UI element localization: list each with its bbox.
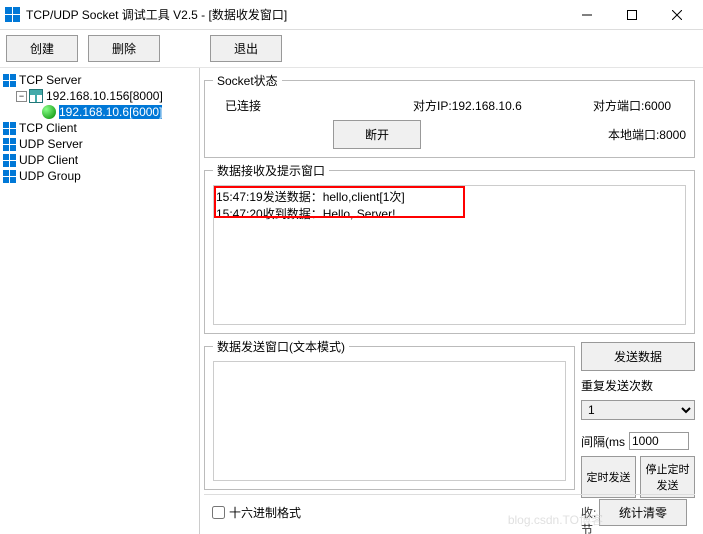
tree-tcp-server[interactable]: TCP Server: [2, 72, 197, 88]
exit-button[interactable]: 退出: [210, 35, 282, 62]
local-port-label: 本地端口:: [608, 128, 659, 142]
server-icon: [2, 121, 16, 135]
app-icon: [4, 7, 20, 23]
server-icon: [2, 73, 16, 87]
toolbar: 创建 删除 退出: [0, 30, 703, 68]
collapse-icon[interactable]: −: [16, 91, 27, 102]
maximize-button[interactable]: [609, 1, 654, 29]
remote-port-label: 对方端口:: [593, 99, 644, 113]
server-icon: [2, 169, 16, 183]
minimize-button[interactable]: [564, 1, 609, 29]
receive-group: 数据接收及提示窗口 15:47:19发送数据：hello,client[1次] …: [204, 162, 695, 334]
tree-client-connection[interactable]: 192.168.10.6[6000]: [2, 104, 197, 120]
server-icon: [2, 153, 16, 167]
tree-udp-server[interactable]: UDP Server: [2, 136, 197, 152]
status-legend: Socket状态: [213, 72, 282, 89]
send-legend: 数据发送窗口(文本模式): [213, 338, 349, 355]
connection-tree[interactable]: TCP Server − 192.168.10.156[8000] 192.16…: [0, 68, 200, 534]
repeat-select[interactable]: 1: [581, 400, 695, 420]
tree-tcp-client[interactable]: TCP Client: [2, 120, 197, 136]
delete-button[interactable]: 删除: [88, 35, 160, 62]
stop-timed-button[interactable]: 停止定时发送: [640, 456, 695, 498]
window-title: TCP/UDP Socket 调试工具 V2.5 - [数据收发窗口]: [26, 6, 564, 23]
create-button[interactable]: 创建: [6, 35, 78, 62]
timed-send-button[interactable]: 定时发送: [581, 456, 636, 498]
repeat-label: 重复发送次数: [581, 377, 695, 394]
remote-port-value: 6000: [644, 99, 671, 113]
hex-label: 十六进制格式: [229, 504, 301, 521]
connected-label: 已连接: [213, 95, 413, 116]
titlebar: TCP/UDP Socket 调试工具 V2.5 - [数据收发窗口]: [0, 0, 703, 30]
disconnect-button[interactable]: 断开: [333, 120, 421, 149]
remote-ip-value: 192.168.10.6: [452, 99, 522, 113]
send-button[interactable]: 发送数据: [581, 342, 695, 371]
interval-input[interactable]: [629, 432, 689, 450]
receive-log[interactable]: 15:47:19发送数据：hello,client[1次] 15:47:20收到…: [213, 185, 686, 325]
hex-checkbox[interactable]: [212, 506, 225, 519]
log-line: 15:47:20收到数据：Hello, Server!: [216, 205, 683, 222]
server-icon: [2, 137, 16, 151]
send-textarea[interactable]: [213, 361, 566, 481]
tree-udp-client[interactable]: UDP Client: [2, 152, 197, 168]
interval-label: 间隔(ms: [581, 433, 625, 450]
local-port-value: 8000: [659, 128, 686, 142]
host-icon: [29, 89, 43, 103]
hex-mode-row: 十六进制格式: [212, 504, 301, 521]
tree-host[interactable]: − 192.168.10.156[8000]: [2, 88, 197, 104]
send-group: 数据发送窗口(文本模式): [204, 338, 575, 490]
clear-stats-button[interactable]: 统计清零: [599, 499, 687, 526]
close-button[interactable]: [654, 1, 699, 29]
receive-legend: 数据接收及提示窗口: [213, 162, 329, 179]
socket-status-group: Socket状态 已连接 对方IP:192.168.10.6 对方端口:6000…: [204, 72, 695, 158]
remote-ip-label: 对方IP:: [413, 99, 452, 113]
connection-icon: [42, 105, 56, 119]
tree-udp-group[interactable]: UDP Group: [2, 168, 197, 184]
log-line: 15:47:19发送数据：hello,client[1次]: [216, 188, 683, 205]
